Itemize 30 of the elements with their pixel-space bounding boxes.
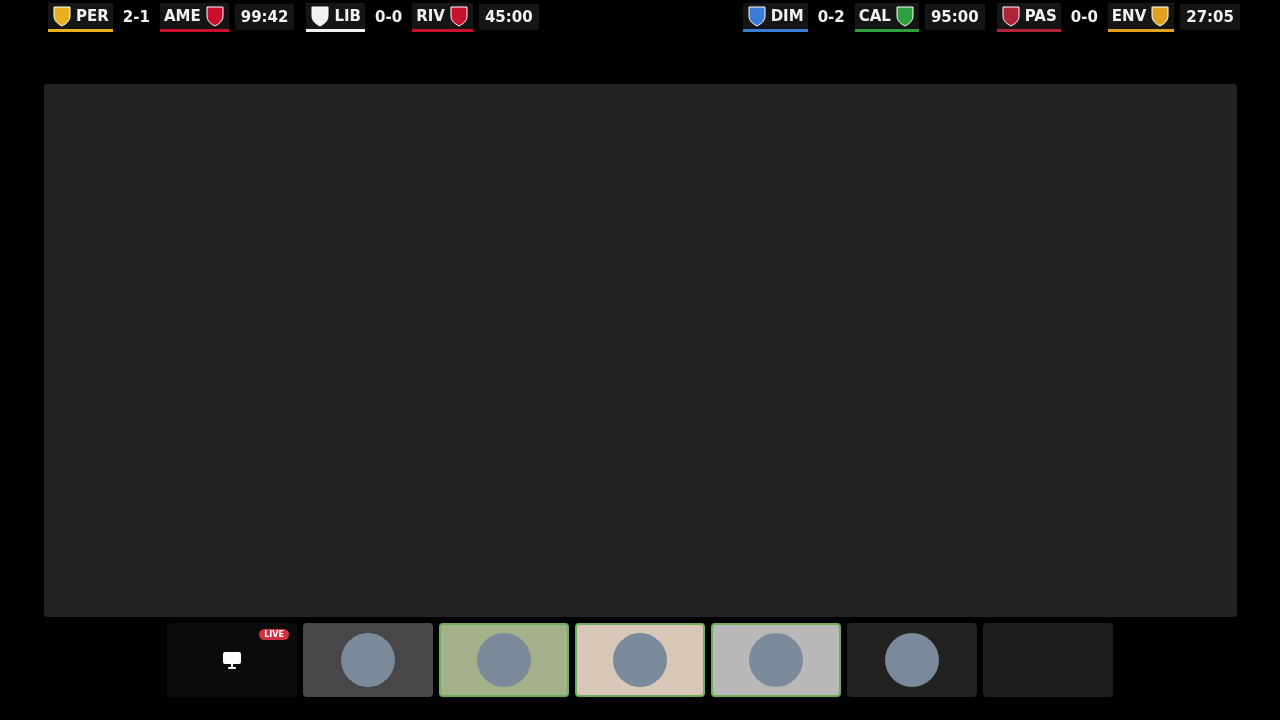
live-badge: LIVE [259,629,289,640]
avatar-placeholder [749,633,803,687]
team-abbreviation: ENV [1111,6,1147,25]
team-abbreviation: LIB [334,6,362,25]
team-abbreviation: PAS [1024,6,1057,25]
participant-tile[interactable] [439,623,569,697]
match-score: 2-1 [121,8,151,26]
match-score: 0-0 [1069,8,1099,26]
team-abbreviation: DIM [770,6,804,25]
participant-tile[interactable] [711,623,841,697]
avatar-placeholder [477,633,531,687]
avatar-placeholder [885,633,939,687]
team-abbreviation: RIV [416,6,445,25]
team-abbreviation: CAL [858,6,891,25]
participant-tile[interactable]: LIVE [167,623,297,697]
participant-tile[interactable] [303,623,433,697]
match-score: 0-0 [374,8,404,26]
avatar-placeholder [613,633,667,687]
match-clock: 95:00 [924,4,985,30]
participant-tile[interactable] [575,623,705,697]
match-clock: 99:42 [234,4,295,30]
match-clock: 27:05 [1180,4,1240,30]
monitor-icon [222,651,242,669]
participant-tile[interactable] [847,623,977,697]
team-abbreviation: PER [76,6,109,25]
match-clock: 45:00 [478,4,539,30]
participant-tile[interactable] [983,623,1113,697]
team-abbreviation: AME [163,6,201,25]
avatar-placeholder [341,633,395,687]
match-score: 0-2 [816,8,846,26]
